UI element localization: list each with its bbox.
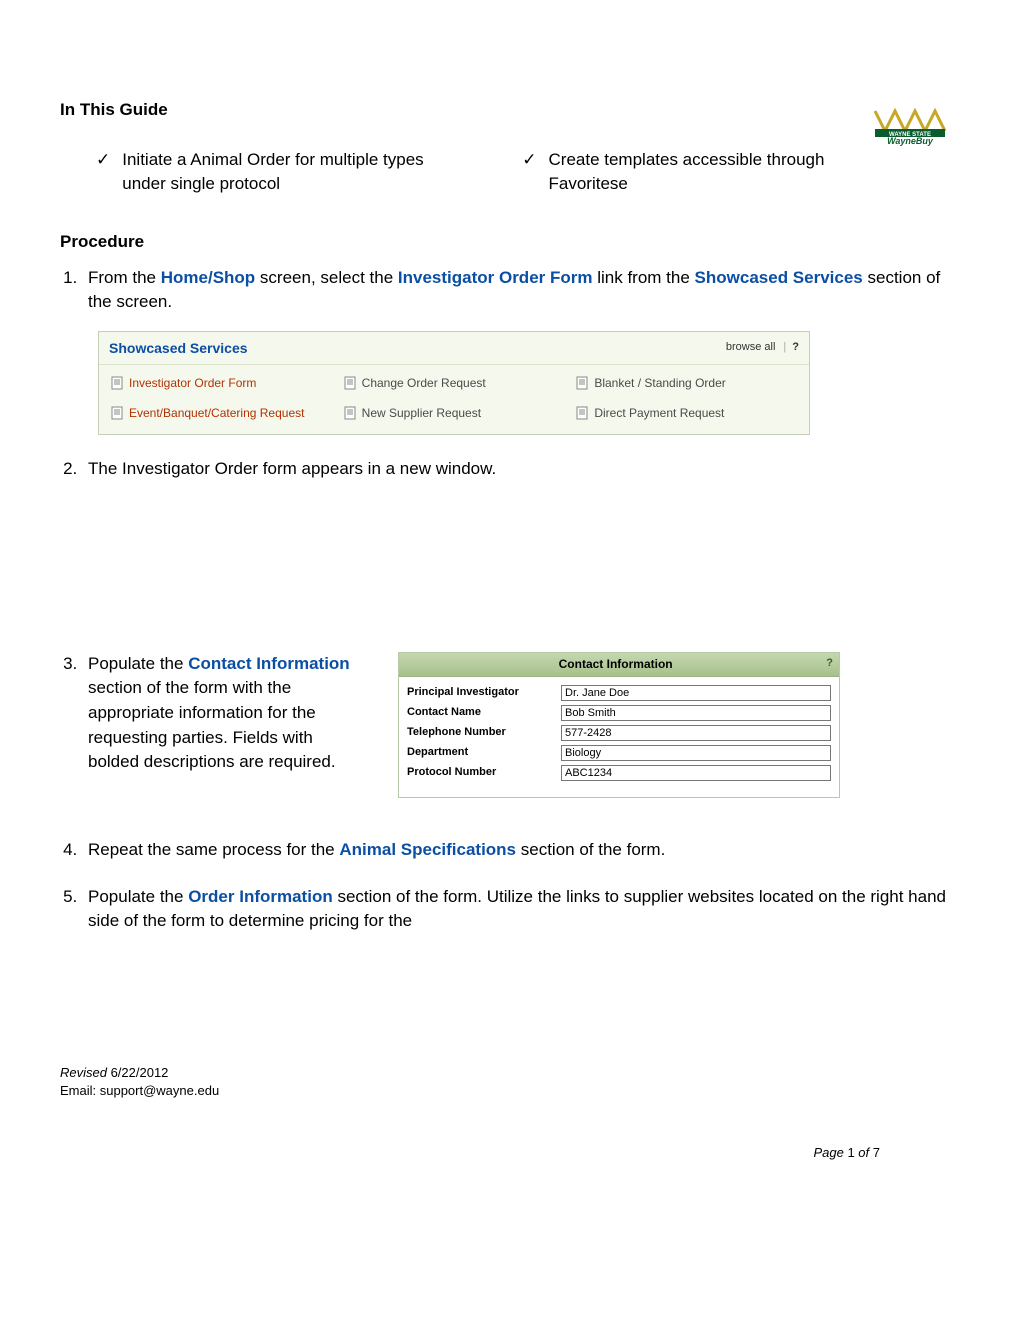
field-label: Principal Investigator (407, 685, 557, 701)
step-text: link from the (593, 268, 695, 287)
step-5: Populate the Order Information section o… (82, 885, 960, 934)
service-label: Event/Banquet/Catering Request (129, 405, 304, 422)
email-label: Email: (60, 1083, 100, 1098)
file-icon (111, 406, 123, 420)
service-link-event-catering[interactable]: Event/Banquet/Catering Request (105, 405, 338, 422)
procedure-steps: From the Home/Shop screen, select the In… (60, 266, 960, 934)
contact-info-body: Principal Investigator Contact Name Tele… (399, 677, 839, 797)
page-label: Page (813, 1145, 847, 1160)
separator: | (783, 340, 786, 356)
browse-all-link[interactable]: browse all (726, 340, 776, 356)
service-label: Change Order Request (362, 375, 486, 392)
guide-item: ✓ Create templates accessible through Fa… (522, 148, 888, 196)
field-label: Protocol Number (407, 765, 557, 781)
service-link-investigator-order[interactable]: Investigator Order Form (105, 375, 338, 392)
link-home-shop: Home/Shop (161, 268, 255, 287)
step-text: section of the form. (516, 840, 665, 859)
logo: WAYNE STATE WayneBuy (870, 106, 950, 146)
revised-date: 6/22/2012 (111, 1065, 169, 1080)
checkmark-icon: ✓ (96, 148, 110, 172)
link-showcased-services: Showcased Services (695, 268, 863, 287)
step-2: The Investigator Order form appears in a… (82, 457, 960, 482)
step-text: Populate the (88, 654, 188, 673)
step-1: From the Home/Shop screen, select the In… (82, 266, 960, 435)
guide-item-text: Create templates accessible through Favo… (549, 148, 889, 196)
contact-name-input[interactable] (561, 705, 831, 721)
guide-item-text: Initiate a Animal Order for multiple typ… (122, 148, 462, 196)
protocol-number-input[interactable] (561, 765, 831, 781)
showcased-services-title: Showcased Services (109, 338, 726, 358)
telephone-number-input[interactable] (561, 725, 831, 741)
checkmark-icon: ✓ (522, 148, 536, 172)
department-input[interactable] (561, 745, 831, 761)
guide-item: ✓ Initiate a Animal Order for multiple t… (96, 148, 462, 196)
of-label: of (855, 1145, 873, 1160)
file-icon (576, 376, 588, 390)
principal-investigator-input[interactable] (561, 685, 831, 701)
file-icon (111, 376, 123, 390)
field-row: Telephone Number (407, 725, 831, 741)
step-text: screen, select the (255, 268, 398, 287)
showcased-services-body: Investigator Order Form Change Order Req… (99, 365, 809, 434)
service-link-change-order[interactable]: Change Order Request (338, 375, 571, 392)
step-text: Repeat the same process for the (88, 840, 339, 859)
service-label: New Supplier Request (362, 405, 481, 422)
page-number: 1 (847, 1145, 854, 1160)
service-label: Investigator Order Form (129, 375, 256, 392)
heading-in-this-guide: In This Guide (60, 100, 960, 120)
guide-items: ✓ Initiate a Animal Order for multiple t… (96, 148, 960, 196)
contact-info-header: Contact Information ? (399, 653, 839, 677)
help-icon[interactable]: ? (792, 340, 799, 356)
service-link-blanket-order[interactable]: Blanket / Standing Order (570, 375, 803, 392)
service-label: Direct Payment Request (594, 405, 724, 422)
service-link-new-supplier[interactable]: New Supplier Request (338, 405, 571, 422)
link-investigator-order-form: Investigator Order Form (398, 268, 593, 287)
page-total: 7 (873, 1145, 880, 1160)
step-text: From the (88, 268, 161, 287)
field-label: Telephone Number (407, 725, 557, 741)
field-row: Principal Investigator (407, 685, 831, 701)
contact-information-panel: Contact Information ? Principal Investig… (398, 652, 840, 798)
contact-info-title: Contact Information (405, 656, 826, 673)
field-row: Contact Name (407, 705, 831, 721)
email-value: support@wayne.edu (100, 1083, 219, 1098)
link-animal-specifications: Animal Specifications (339, 840, 516, 859)
showcased-services-header: Showcased Services browse all | ? (99, 332, 809, 365)
footer: Revised 6/22/2012 Email: support@wayne.e… (60, 1064, 219, 1100)
field-row: Protocol Number (407, 765, 831, 781)
file-icon (576, 406, 588, 420)
logo-subtext: WayneBuy (870, 136, 950, 146)
showcased-services-panel: Showcased Services browse all | ? Invest… (98, 331, 810, 435)
step-text: The Investigator Order form appears in a… (88, 459, 496, 478)
revised-label: Revised (60, 1065, 111, 1080)
service-link-direct-payment[interactable]: Direct Payment Request (570, 405, 803, 422)
file-icon (344, 406, 356, 420)
field-label: Contact Name (407, 705, 557, 721)
page-indicator: Page 1 of 7 (813, 1145, 880, 1160)
step-text: Populate the (88, 887, 188, 906)
help-icon[interactable]: ? (826, 656, 833, 672)
link-contact-information: Contact Information (188, 654, 350, 673)
step-text: section of the form with the appropriate… (88, 678, 336, 771)
field-label: Department (407, 745, 557, 761)
service-label: Blanket / Standing Order (594, 375, 725, 392)
field-row: Department (407, 745, 831, 761)
wayne-state-logo-icon: WAYNE STATE (870, 106, 950, 138)
step-4: Repeat the same process for the Animal S… (82, 838, 960, 863)
link-order-information: Order Information (188, 887, 333, 906)
heading-procedure: Procedure (60, 232, 960, 252)
step-3: Populate the Contact Information section… (82, 652, 960, 798)
file-icon (344, 376, 356, 390)
